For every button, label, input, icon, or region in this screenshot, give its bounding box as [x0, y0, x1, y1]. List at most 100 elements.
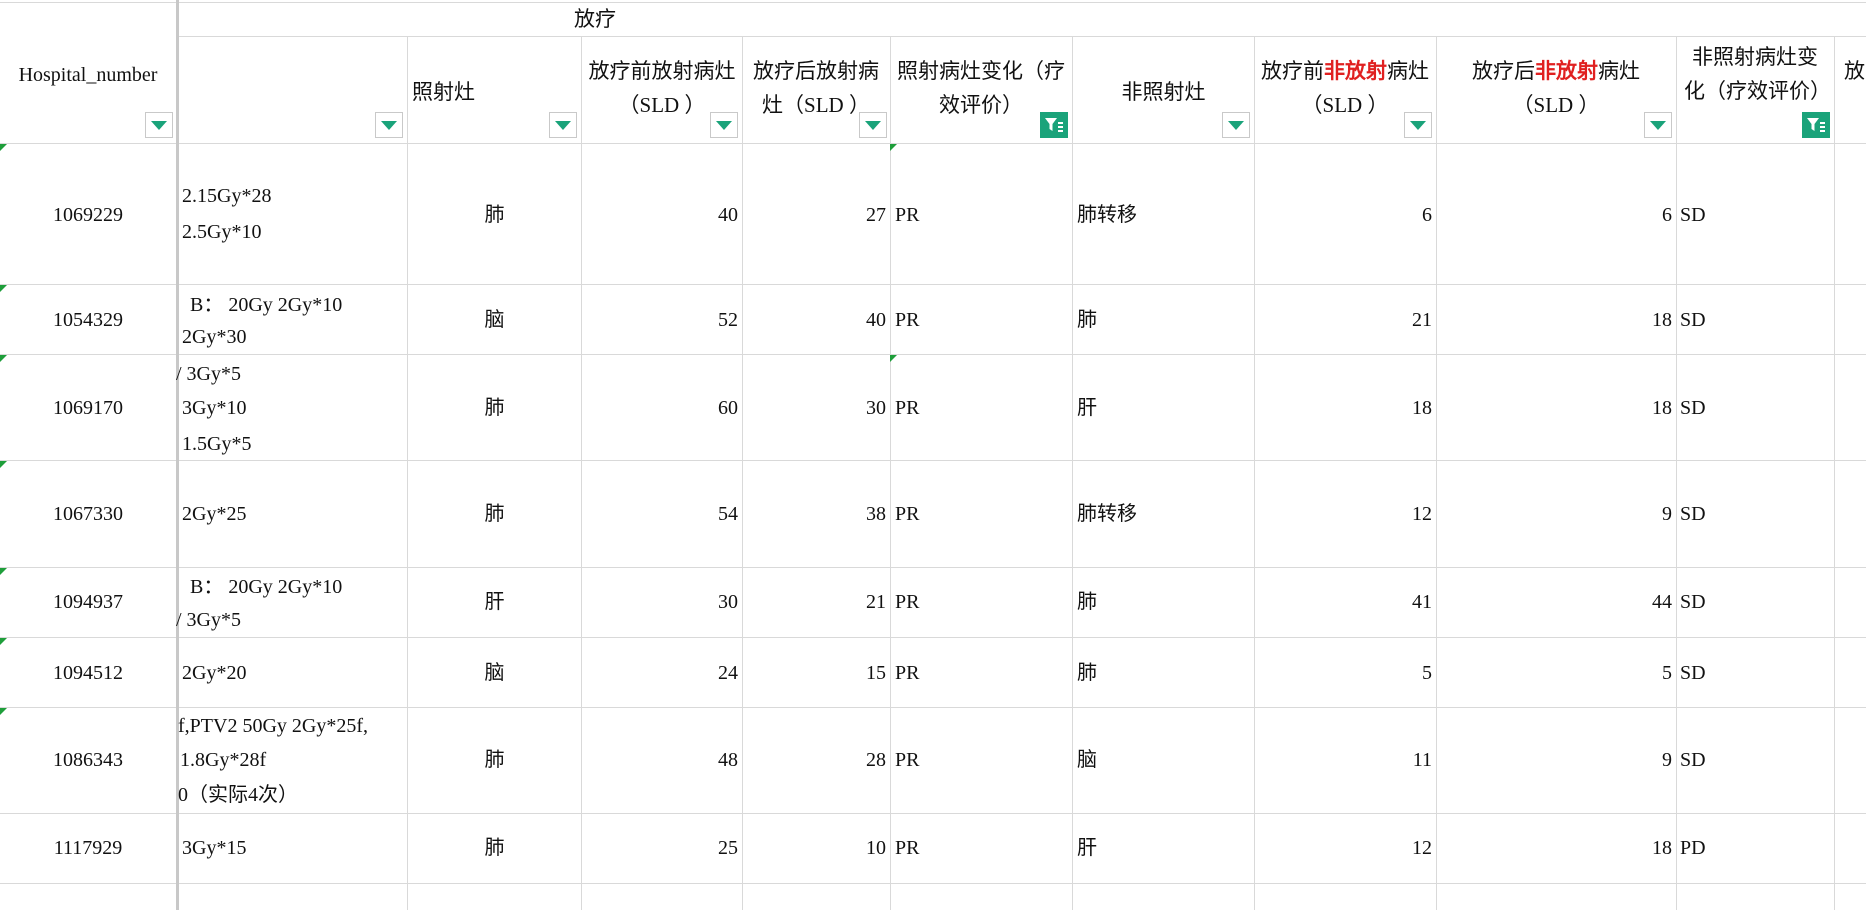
filter-active-button[interactable]: [1802, 112, 1830, 138]
cell-post-rad[interactable]: 38: [743, 498, 886, 530]
cell-dose-line[interactable]: 2Gy*30: [182, 321, 404, 353]
filter-dropdown-button[interactable]: [1222, 112, 1250, 138]
frozen-pane-divider[interactable]: [176, 0, 179, 910]
comment-indicator[interactable]: [0, 144, 7, 151]
cell-rad-eval[interactable]: PR: [895, 199, 1070, 231]
cell-rad-eval[interactable]: PR: [895, 744, 1070, 776]
comment-indicator[interactable]: [890, 355, 897, 362]
cell-nonrad-eval[interactable]: SD: [1680, 586, 1832, 618]
cell-rad-eval[interactable]: PR: [895, 392, 1070, 424]
cell-nonrad-site[interactable]: 肺转移: [1077, 199, 1252, 231]
cell-dose-line[interactable]: / 3Gy*5: [176, 358, 404, 390]
cell-pre-rad[interactable]: 24: [582, 657, 738, 689]
cell-pre-rad[interactable]: 60: [582, 392, 738, 424]
cell-irradiated-site[interactable]: 肝: [408, 586, 581, 618]
cell-nonrad-eval[interactable]: SD: [1680, 657, 1832, 689]
cell-pre-nonrad[interactable]: 41: [1255, 586, 1432, 618]
cell-dose-line[interactable]: B： 20Gy 2Gy*10: [190, 289, 404, 321]
cell-hospital-number[interactable]: 1117929: [0, 832, 176, 864]
cell-dose-line[interactable]: B： 20Gy 2Gy*10: [190, 571, 404, 603]
filter-dropdown-button[interactable]: [710, 112, 738, 138]
filter-dropdown-button[interactable]: [1644, 112, 1672, 138]
cell-irradiated-site[interactable]: 肺: [408, 199, 581, 231]
cell-hospital-number[interactable]: 1094937: [0, 586, 176, 618]
comment-indicator[interactable]: [0, 355, 7, 362]
cell-nonrad-eval[interactable]: SD: [1680, 199, 1832, 231]
cell-nonrad-eval[interactable]: SD: [1680, 744, 1832, 776]
cell-irradiated-site[interactable]: 肺: [408, 498, 581, 530]
cell-rad-eval[interactable]: PR: [895, 657, 1070, 689]
header-hospital-number[interactable]: Hospital_number: [0, 58, 176, 94]
comment-indicator[interactable]: [0, 638, 7, 645]
group-header-radiotherapy[interactable]: 放疗: [540, 2, 650, 36]
cell-rad-eval[interactable]: PR: [895, 498, 1070, 530]
cell-pre-rad[interactable]: 40: [582, 199, 738, 231]
cell-nonrad-site[interactable]: 肺: [1077, 657, 1252, 689]
cell-nonrad-eval[interactable]: PD: [1680, 832, 1832, 864]
cell-pre-rad[interactable]: 52: [582, 304, 738, 336]
cell-dose-line[interactable]: 2Gy*25: [182, 498, 404, 530]
header-post-nonrad-lesion[interactable]: 放疗后非放射病灶（SLD ）: [1438, 54, 1674, 126]
cell-pre-rad[interactable]: 48: [582, 744, 738, 776]
cell-irradiated-site[interactable]: 肺: [408, 832, 581, 864]
cell-post-rad[interactable]: 15: [743, 657, 886, 689]
cell-nonrad-site[interactable]: 肺转移: [1077, 498, 1252, 530]
cell-dose-line[interactable]: / 3Gy*5: [176, 604, 404, 636]
cell-dose-line[interactable]: 1.8Gy*28f: [180, 744, 404, 776]
cell-pre-rad[interactable]: 30: [582, 586, 738, 618]
filter-dropdown-button[interactable]: [859, 112, 887, 138]
cell-post-nonrad[interactable]: 9: [1437, 744, 1672, 776]
cell-hospital-number[interactable]: 1094512: [0, 657, 176, 689]
cell-nonrad-site[interactable]: 脑: [1077, 744, 1252, 776]
comment-indicator[interactable]: [0, 461, 7, 468]
cell-pre-nonrad[interactable]: 6: [1255, 199, 1432, 231]
comment-indicator[interactable]: [890, 144, 897, 151]
cell-dose-line[interactable]: 3Gy*15: [182, 832, 404, 864]
cell-nonrad-eval[interactable]: SD: [1680, 392, 1832, 424]
cell-hospital-number[interactable]: 1054329: [0, 304, 176, 336]
cell-dose-line[interactable]: 2.5Gy*10: [182, 216, 404, 248]
cell-post-rad[interactable]: 27: [743, 199, 886, 231]
filter-active-button[interactable]: [1040, 112, 1068, 138]
cell-post-nonrad[interactable]: 18: [1437, 832, 1672, 864]
cell-rad-eval[interactable]: PR: [895, 586, 1070, 618]
cell-dose-line[interactable]: 2.15Gy*28: [182, 180, 404, 212]
cell-nonrad-site[interactable]: 肝: [1077, 392, 1252, 424]
cell-rad-eval[interactable]: PR: [895, 832, 1070, 864]
cell-post-rad[interactable]: 40: [743, 304, 886, 336]
cell-post-rad[interactable]: 21: [743, 586, 886, 618]
cell-irradiated-site[interactable]: 脑: [408, 304, 581, 336]
cell-post-rad[interactable]: 30: [743, 392, 886, 424]
cell-post-rad[interactable]: 28: [743, 744, 886, 776]
cell-post-nonrad[interactable]: 18: [1437, 392, 1672, 424]
cell-hospital-number[interactable]: 1067330: [0, 498, 176, 530]
cell-pre-nonrad[interactable]: 5: [1255, 657, 1432, 689]
cell-pre-nonrad[interactable]: 11: [1255, 744, 1432, 776]
cell-nonrad-eval[interactable]: SD: [1680, 498, 1832, 530]
cell-dose-line[interactable]: 1.5Gy*5: [182, 428, 404, 460]
cell-pre-nonrad[interactable]: 12: [1255, 832, 1432, 864]
cell-hospital-number[interactable]: 1069170: [0, 392, 176, 424]
cell-pre-nonrad[interactable]: 18: [1255, 392, 1432, 424]
cell-post-nonrad[interactable]: 9: [1437, 498, 1672, 530]
cell-nonrad-site[interactable]: 肺: [1077, 304, 1252, 336]
cell-pre-nonrad[interactable]: 21: [1255, 304, 1432, 336]
cell-post-nonrad[interactable]: 5: [1437, 657, 1672, 689]
cell-nonrad-site[interactable]: 肝: [1077, 832, 1252, 864]
header-nonirradiated-site[interactable]: 非照射灶: [1073, 75, 1254, 111]
cell-pre-rad[interactable]: 54: [582, 498, 738, 530]
cell-nonrad-eval[interactable]: SD: [1680, 304, 1832, 336]
filter-dropdown-button[interactable]: [549, 112, 577, 138]
comment-indicator[interactable]: [0, 568, 7, 575]
cell-pre-rad[interactable]: 25: [582, 832, 738, 864]
cell-irradiated-site[interactable]: 肺: [408, 392, 581, 424]
cell-post-nonrad[interactable]: 6: [1437, 199, 1672, 231]
cell-rad-eval[interactable]: PR: [895, 304, 1070, 336]
cell-dose-line[interactable]: 3Gy*10: [182, 392, 404, 424]
cell-irradiated-site[interactable]: 脑: [408, 657, 581, 689]
filter-dropdown-button[interactable]: [145, 112, 173, 138]
header-next-column-partial[interactable]: 放: [1836, 54, 1866, 90]
filter-dropdown-button[interactable]: [375, 112, 403, 138]
comment-indicator[interactable]: [0, 708, 7, 715]
cell-nonrad-site[interactable]: 肺: [1077, 586, 1252, 618]
